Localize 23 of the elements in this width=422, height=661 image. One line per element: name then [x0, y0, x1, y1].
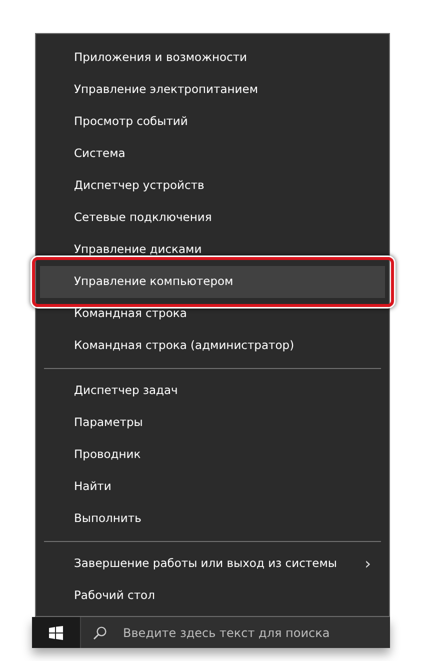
menu-item[interactable]: Рабочий стол — [40, 580, 385, 612]
menu-item[interactable]: Проводник — [40, 439, 385, 471]
submenu-arrow-icon: › — [364, 556, 371, 572]
search-field[interactable]: Введите здесь текст для поиска — [80, 617, 390, 648]
menu-item[interactable]: Управление компьютером — [40, 266, 385, 298]
menu-item[interactable]: Завершение работы или выход из системы › — [40, 548, 385, 580]
windows-logo-icon — [49, 626, 63, 640]
menu-item[interactable]: Диспетчер задач — [40, 375, 385, 407]
menu-item[interactable]: Параметры — [40, 407, 385, 439]
menu-item[interactable]: Найти — [40, 471, 385, 503]
start-button[interactable] — [32, 617, 80, 648]
menu-item[interactable]: Командная строка — [40, 298, 385, 330]
menu-item[interactable]: Приложения и возможности — [40, 42, 385, 74]
search-input[interactable]: Введите здесь текст для поиска — [121, 622, 390, 642]
menu-item[interactable]: Управление электропитанием — [40, 74, 385, 106]
menu-item[interactable]: Сетевые подключения — [40, 202, 385, 234]
menu-item[interactable]: Выполнить — [40, 503, 385, 535]
menu-item[interactable]: Диспетчер устройств — [40, 170, 385, 202]
search-icon — [93, 626, 107, 640]
menu-item[interactable]: Командная строка (администратор) — [40, 330, 385, 362]
menu-item[interactable]: Управление дисками — [40, 234, 385, 266]
menu-item[interactable]: Система — [40, 138, 385, 170]
menu-item[interactable]: Просмотр событий — [40, 106, 385, 138]
